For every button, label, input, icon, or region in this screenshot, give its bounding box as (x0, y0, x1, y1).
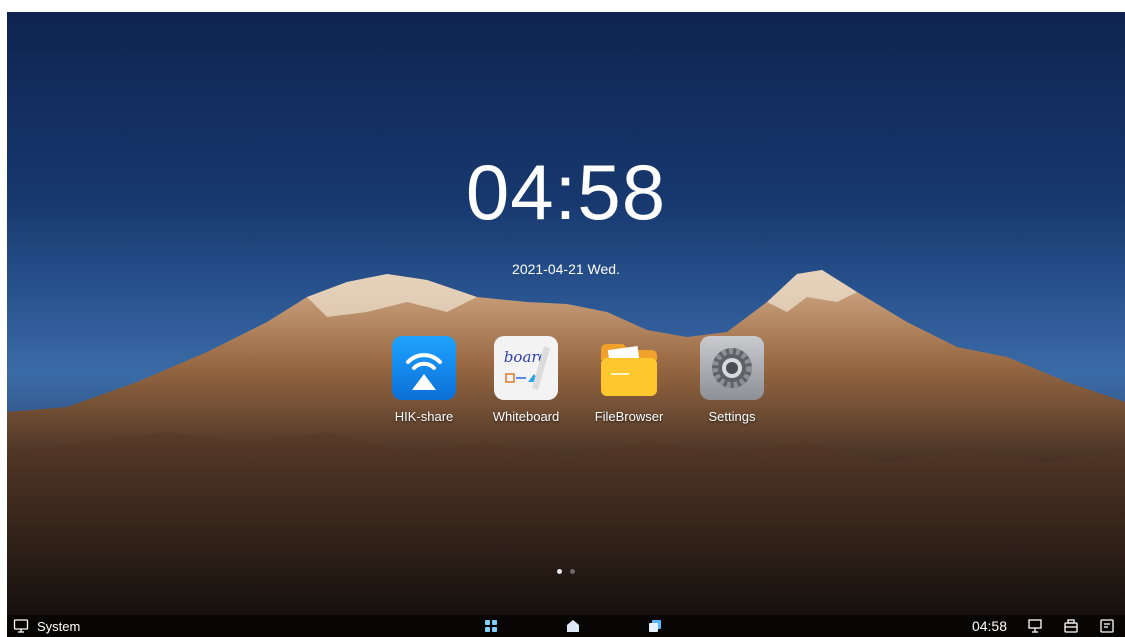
home-icon[interactable] (565, 618, 581, 634)
recent-apps-icon[interactable] (647, 618, 663, 634)
app-label: FileBrowser (594, 409, 664, 424)
taskbar-center (477, 618, 667, 634)
app-settings[interactable]: Settings (687, 336, 777, 424)
whiteboard-icon: board (494, 336, 558, 400)
clock-time: 04:58 (465, 148, 667, 236)
page-dot[interactable] (570, 569, 575, 574)
system-menu-button[interactable]: System (13, 618, 80, 634)
system-icon (13, 619, 29, 633)
toolbox-icon[interactable] (1063, 618, 1079, 634)
taskbar-right: 04:58 (972, 618, 1115, 634)
page-dot[interactable] (557, 569, 562, 574)
hik-share-icon (392, 336, 456, 400)
system-label: System (37, 618, 81, 634)
app-whiteboard[interactable]: board Whiteboard (481, 336, 571, 424)
clock-date: 2021-04-21 Wed. (512, 261, 620, 277)
app-hik-share[interactable]: HIK-share (379, 336, 469, 424)
screen-share-icon[interactable] (1027, 618, 1043, 634)
notes-icon[interactable] (1099, 618, 1115, 634)
app-filebrowser[interactable]: FileBrowser (584, 336, 674, 424)
app-label: Settings (708, 409, 756, 424)
page-indicator (7, 561, 1125, 579)
folder-icon (597, 336, 661, 400)
taskbar-clock: 04:58 (971, 618, 1007, 634)
mountain-wallpaper (7, 270, 1125, 637)
gear-icon (700, 336, 764, 400)
app-label: HIK-share (394, 409, 454, 424)
app-label: Whiteboard (492, 409, 560, 424)
desktop: 04:58 2021-04-21 Wed. HIK-share board Wh… (7, 12, 1125, 637)
taskbar: System 04:58 (7, 615, 1125, 637)
apps-grid-icon[interactable] (483, 618, 499, 634)
app-launcher: HIK-share board Whiteboard FileBrowser S… (379, 336, 779, 436)
